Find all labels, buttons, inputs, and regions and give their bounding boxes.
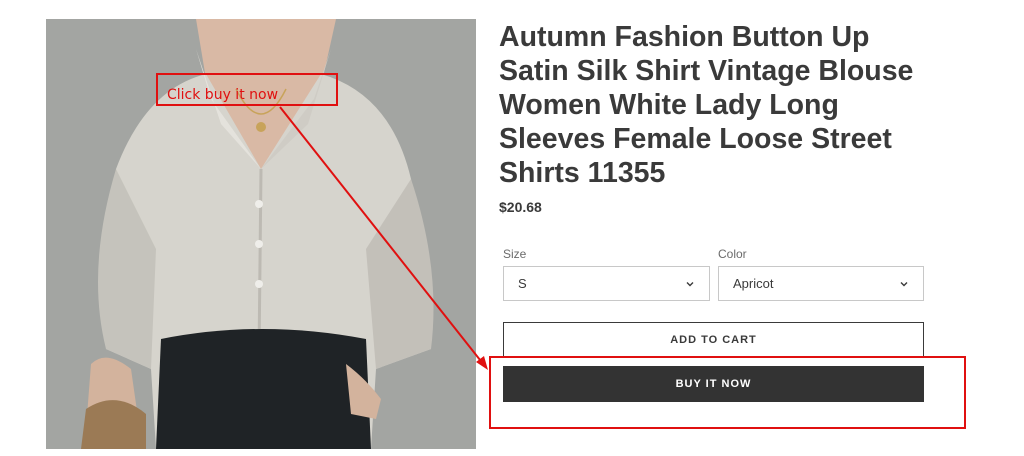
- annotation-text: Click buy it now: [167, 87, 279, 103]
- chevron-down-icon: [686, 281, 694, 286]
- color-select-value: Apricot: [733, 276, 774, 291]
- annotation-target-box: [489, 356, 966, 429]
- color-label: Color: [718, 247, 747, 261]
- chevron-down-icon: [900, 281, 908, 286]
- size-select[interactable]: S: [503, 266, 710, 301]
- product-title: Autumn Fashion Button Up Satin Silk Shir…: [499, 21, 914, 189]
- add-to-cart-button[interactable]: ADD TO CART: [503, 322, 924, 358]
- product-price: $20.68: [499, 199, 542, 215]
- size-label: Size: [503, 247, 527, 261]
- color-select[interactable]: Apricot: [718, 266, 924, 301]
- size-select-value: S: [518, 276, 527, 291]
